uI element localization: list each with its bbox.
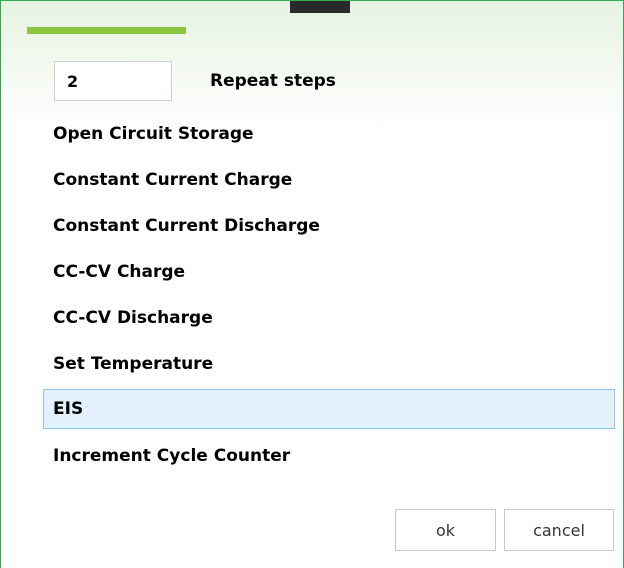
- step-constant-current-charge[interactable]: Constant Current Charge: [43, 159, 615, 205]
- step-increment-cycle-counter[interactable]: Increment Cycle Counter: [43, 435, 615, 481]
- repeat-count-input[interactable]: 2: [54, 61, 172, 101]
- step-cc-cv-discharge[interactable]: CC-CV Discharge: [43, 297, 615, 343]
- step-open-circuit-storage[interactable]: Open Circuit Storage: [43, 113, 615, 159]
- step-type-list: Open Circuit Storage Constant Current Ch…: [43, 113, 615, 481]
- cancel-button[interactable]: cancel: [504, 509, 614, 551]
- repeat-row: 2 Repeat steps: [54, 61, 336, 101]
- step-constant-current-discharge[interactable]: Constant Current Discharge: [43, 205, 615, 251]
- step-picker-dialog: 2 Repeat steps Open Circuit Storage Cons…: [0, 0, 624, 568]
- step-set-temperature[interactable]: Set Temperature: [43, 343, 615, 389]
- step-cc-cv-charge[interactable]: CC-CV Charge: [43, 251, 615, 297]
- step-eis[interactable]: EIS: [43, 389, 615, 429]
- repeat-steps-label: Repeat steps: [210, 71, 336, 91]
- ok-button[interactable]: ok: [395, 509, 496, 551]
- accent-bar: [27, 27, 186, 34]
- title-bar-handle: [290, 1, 350, 13]
